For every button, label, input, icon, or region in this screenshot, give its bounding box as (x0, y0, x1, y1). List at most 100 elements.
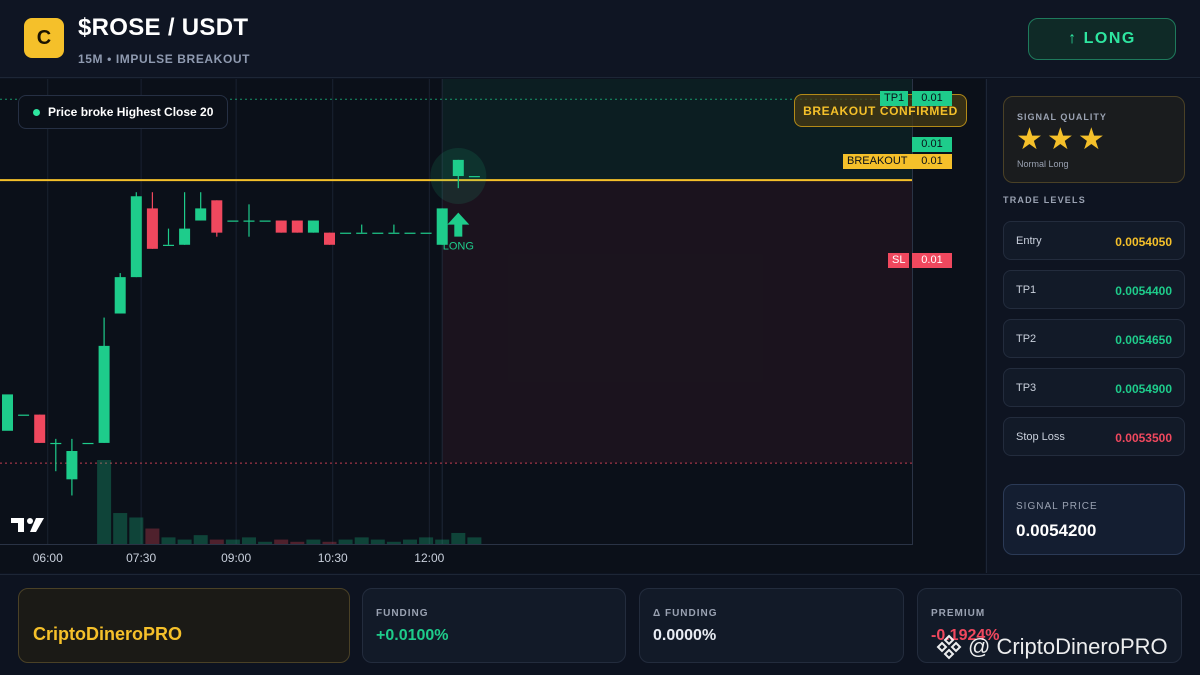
tp1-tag-value: 0.01 (912, 91, 952, 106)
time-tick-label: 06:00 (33, 551, 63, 565)
candle-body (18, 414, 30, 416)
level-entry: Entry 0.0054050 (1003, 221, 1185, 260)
candle-body (436, 208, 448, 245)
delta-funding-card: Δ FUNDING 0.0000% (639, 588, 904, 663)
candle-body (98, 345, 110, 443)
candle-body (307, 220, 319, 233)
candle-body (372, 232, 384, 234)
watermark: @ CriptoDineroPRO (936, 634, 1168, 660)
candle-body (66, 451, 78, 480)
signal-quality-subtitle: Normal Long (1017, 159, 1069, 169)
binance-logo-icon (936, 634, 962, 660)
level-name: Entry (1016, 235, 1042, 247)
volume-bar (145, 528, 160, 544)
signal-price-card: SIGNAL PRICE 0.0054200 (1003, 484, 1185, 555)
volume-bar (451, 532, 466, 544)
candle-body (291, 220, 303, 233)
level-name: TP2 (1016, 333, 1037, 345)
candle-body (195, 208, 207, 221)
candle-body (388, 232, 400, 234)
volume-bar (129, 517, 144, 544)
candle-body (211, 200, 223, 233)
header-bar: C $ROSE / USDT 15M • IMPULSE BREAKOUT ↑ … (0, 0, 1200, 78)
volume-bar (258, 541, 273, 544)
timeframe-subtitle: 15M • IMPULSE BREAKOUT (78, 52, 251, 66)
delta-funding-value: 0.0000% (653, 627, 717, 644)
candle-body (130, 196, 142, 278)
signal-note-text: Price broke Highest Close 20 (48, 105, 214, 119)
signal-note: Price broke Highest Close 20 (18, 95, 229, 129)
signal-price-value: 0.0054200 (1016, 521, 1097, 540)
volume-bar (113, 513, 128, 544)
volume-bar (386, 541, 401, 544)
funding-card: FUNDING +0.0100% (362, 588, 626, 663)
time-tick-label: 12:00 (414, 551, 444, 565)
level-value: 0.0054400 (1115, 284, 1172, 298)
level-value: 0.0053500 (1115, 431, 1172, 445)
candle-body (82, 442, 94, 445)
candle-body (2, 394, 13, 431)
time-tick-label: 07:30 (126, 551, 156, 565)
signal-price-title: SIGNAL PRICE (1016, 501, 1098, 512)
time-tick-label: 09:00 (221, 551, 251, 565)
long-arrow-label: LONG (443, 241, 474, 253)
level-tp3: TP3 0.0054900 (1003, 368, 1185, 407)
signal-quality-title: SIGNAL QUALITY (1017, 112, 1107, 122)
star-icon: ★ (1016, 123, 1043, 156)
tp1-tag-label: TP1 (880, 91, 909, 106)
signal-quality-card: SIGNAL QUALITY ★ ★ ★ Normal Long (1003, 96, 1185, 183)
candle-body (420, 232, 432, 234)
candle-body (324, 232, 335, 245)
candle-body (146, 208, 158, 249)
candle-body (259, 220, 271, 222)
breakout-tag-label: BREAKOUT (843, 154, 912, 169)
volume-bar (435, 539, 450, 544)
current-price-tag: 0.01 (912, 137, 952, 152)
level-value: 0.0054650 (1115, 333, 1172, 347)
level-name: Stop Loss (1016, 431, 1065, 443)
tradingview-logo-icon (11, 518, 44, 532)
trade-levels-title: TRADE LEVELS (1003, 195, 1086, 205)
candle-body (468, 176, 480, 178)
price-chart[interactable]: LONG 06:00 07:30 09:00 10:30 12:00 (0, 79, 985, 573)
volume-bar (338, 539, 353, 544)
candle-body (114, 277, 126, 314)
delta-funding-title: Δ FUNDING (653, 608, 718, 619)
chart-canvas[interactable]: LONG 06:00 07:30 09:00 10:30 12:00 (0, 79, 985, 573)
candle-body (404, 232, 416, 234)
volume-bar (354, 537, 369, 544)
brand-card: CriptoDineroPRO (18, 588, 350, 663)
rating-stars-icon: ★ ★ ★ (1016, 125, 1105, 155)
volume-bar (290, 541, 305, 544)
candle-body (163, 244, 174, 246)
volume-bar (161, 537, 176, 544)
candle-body (227, 220, 239, 222)
brand-name: CriptoDineroPRO (33, 624, 183, 644)
star-icon: ★ (1077, 123, 1105, 156)
level-value: 0.0054900 (1115, 382, 1172, 396)
pair-title: $ROSE / USDT (78, 14, 249, 41)
signal-panel: SIGNAL QUALITY ★ ★ ★ Normal Long TRADE L… (986, 79, 1200, 573)
premium-title: PREMIUM (931, 608, 986, 619)
candle-body (452, 159, 464, 177)
volume-bar (467, 537, 482, 544)
level-name: TP3 (1016, 382, 1037, 394)
candle-body (340, 232, 352, 234)
status-dot-icon (33, 108, 40, 116)
sl-tag-value: 0.01 (912, 253, 952, 268)
volume-bar (403, 539, 417, 544)
volume-bar (419, 537, 434, 544)
coin-logo: C (24, 18, 64, 58)
level-name: TP1 (1016, 284, 1037, 296)
funding-title: FUNDING (376, 608, 429, 619)
volume-bar (370, 539, 385, 544)
volume-bar (242, 537, 256, 544)
volume-bar (274, 539, 289, 544)
candle-body (275, 220, 287, 233)
candle-body (179, 228, 191, 245)
level-tp1: TP1 0.0054400 (1003, 270, 1185, 309)
stop-zone (442, 180, 912, 464)
long-button[interactable]: ↑ LONG (1028, 18, 1176, 60)
candle-body (34, 414, 46, 443)
volume-bar (306, 539, 321, 544)
